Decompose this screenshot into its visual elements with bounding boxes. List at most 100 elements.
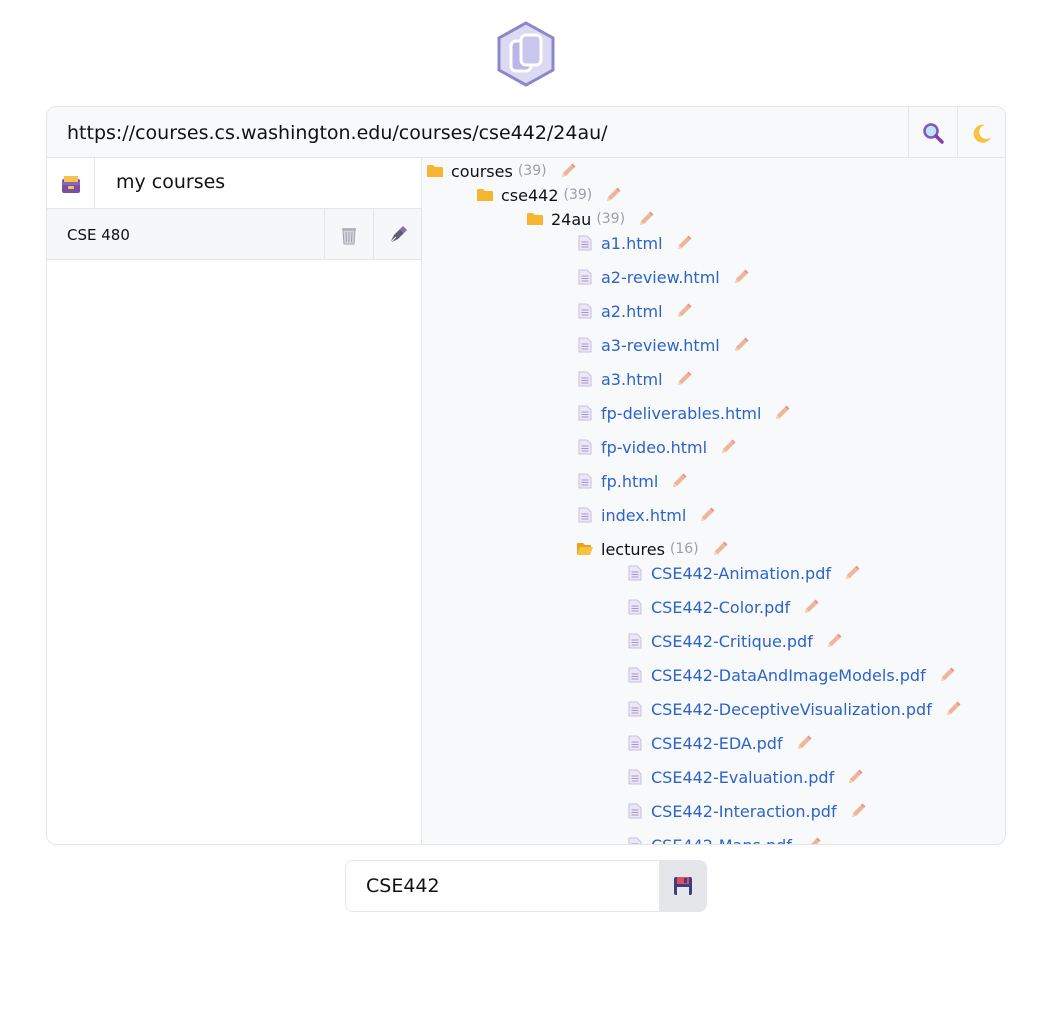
document-icon — [576, 269, 594, 285]
file-item[interactable]: CSE442-DeceptiveVisualization.pdf — [626, 697, 962, 721]
sidebar-header: my courses — [47, 158, 421, 209]
edit-pencil-icon[interactable] — [670, 472, 688, 490]
document-icon — [626, 633, 644, 649]
save-course-form — [345, 860, 707, 912]
app-logo — [497, 21, 555, 87]
edit-pencil-icon[interactable] — [938, 666, 956, 684]
edit-pencil-icon[interactable] — [843, 564, 861, 582]
file-link[interactable]: CSE442-Interaction.pdf — [651, 802, 837, 821]
file-item[interactable]: CSE442-EDA.pdf — [626, 731, 813, 755]
folder-label: cse442 — [501, 185, 559, 205]
edit-pencil-icon[interactable] — [719, 438, 737, 456]
file-link[interactable]: CSE442-Color.pdf — [651, 598, 790, 617]
document-icon — [576, 303, 594, 319]
edit-pencil-icon[interactable] — [675, 302, 693, 320]
file-tree: courses (39) cse442 (39) 24au (39) lectu… — [422, 158, 1005, 844]
card-box-icon-cell — [47, 158, 95, 209]
edit-course-button[interactable] — [373, 209, 422, 260]
document-icon — [576, 235, 594, 251]
file-link[interactable]: CSE442-EDA.pdf — [651, 734, 783, 753]
file-link[interactable]: a2.html — [601, 302, 663, 321]
edit-pencil-icon[interactable] — [944, 700, 962, 718]
edit-pencil-icon[interactable] — [795, 734, 813, 752]
courses-sidebar: my courses CSE 480 — [47, 158, 422, 844]
edit-pencil-icon[interactable] — [604, 186, 622, 204]
edit-pencil-icon[interactable] — [675, 370, 693, 388]
file-link[interactable]: a1.html — [601, 234, 663, 253]
magnifier-icon — [923, 122, 944, 144]
folder-courses[interactable]: courses (39) — [426, 159, 577, 183]
edit-pencil-icon[interactable] — [825, 632, 843, 650]
delete-course-button[interactable] — [324, 209, 373, 260]
file-item[interactable]: a2-review.html — [576, 265, 750, 289]
folder-lectures[interactable]: lectures (16) — [576, 537, 729, 561]
file-item[interactable]: CSE442-Interaction.pdf — [626, 799, 867, 823]
edit-pencil-icon[interactable] — [732, 268, 750, 286]
folder-icon — [476, 187, 494, 203]
file-item[interactable]: index.html — [576, 503, 716, 527]
file-link[interactable]: a3.html — [601, 370, 663, 389]
file-link[interactable]: index.html — [601, 506, 686, 525]
save-button[interactable] — [659, 861, 706, 911]
file-item[interactable]: a2.html — [576, 299, 693, 323]
floppy-disk-icon — [674, 877, 692, 895]
file-link[interactable]: CSE442-Animation.pdf — [651, 564, 831, 583]
file-link[interactable]: CSE442-Maps.pdf — [651, 836, 792, 845]
file-link[interactable]: fp-deliverables.html — [601, 404, 761, 423]
url-bar — [47, 107, 1005, 158]
file-link[interactable]: CSE442-Critique.pdf — [651, 632, 813, 651]
edit-pencil-icon[interactable] — [637, 210, 655, 228]
url-input[interactable] — [47, 107, 908, 158]
file-link[interactable]: a3-review.html — [601, 336, 720, 355]
file-item[interactable]: CSE442-DataAndImageModels.pdf — [626, 663, 956, 687]
edit-pencil-icon[interactable] — [802, 598, 820, 616]
file-link[interactable]: a2-review.html — [601, 268, 720, 287]
folder-count: (39) — [517, 163, 547, 179]
folder-cse442[interactable]: cse442 (39) — [476, 183, 622, 207]
file-link[interactable]: CSE442-DeceptiveVisualization.pdf — [651, 700, 932, 719]
document-icon — [626, 667, 644, 683]
folder-label: courses — [451, 161, 513, 181]
file-item[interactable]: CSE442-Evaluation.pdf — [626, 765, 864, 789]
file-item[interactable]: fp.html — [576, 469, 688, 493]
edit-pencil-icon[interactable] — [804, 836, 822, 844]
theme-toggle-button[interactable] — [957, 107, 1005, 158]
file-item[interactable]: fp-video.html — [576, 435, 737, 459]
file-item[interactable]: CSE442-Maps.pdf — [626, 833, 822, 844]
edit-pencil-icon[interactable] — [846, 768, 864, 786]
document-icon — [626, 735, 644, 751]
edit-pencil-icon[interactable] — [675, 234, 693, 252]
folder-icon — [526, 211, 544, 227]
search-button[interactable] — [908, 107, 957, 158]
folder-count: (16) — [669, 541, 699, 557]
file-link[interactable]: fp.html — [601, 472, 658, 491]
file-item[interactable]: a3-review.html — [576, 333, 750, 357]
course-name-input[interactable] — [346, 861, 659, 911]
folder-icon — [426, 163, 444, 179]
edit-pencil-icon[interactable] — [559, 162, 577, 180]
edit-pencil-icon[interactable] — [849, 802, 867, 820]
document-icon — [576, 507, 594, 523]
edit-pencil-icon[interactable] — [773, 404, 791, 422]
edit-pencil-icon[interactable] — [732, 336, 750, 354]
document-icon — [576, 337, 594, 353]
edit-pencil-icon[interactable] — [698, 506, 716, 524]
edit-pencil-icon[interactable] — [711, 540, 729, 558]
document-icon — [626, 769, 644, 785]
folder-count: (39) — [596, 211, 626, 227]
course-row[interactable]: CSE 480 — [47, 209, 421, 260]
file-item[interactable]: fp-deliverables.html — [576, 401, 791, 425]
file-link[interactable]: CSE442-Evaluation.pdf — [651, 768, 834, 787]
file-item[interactable]: CSE442-Color.pdf — [626, 595, 820, 619]
document-icon — [576, 473, 594, 489]
file-item[interactable]: a1.html — [576, 231, 693, 255]
card-file-box-icon — [61, 175, 80, 193]
folder-24au[interactable]: 24au (39) — [526, 207, 655, 231]
main-panel: my courses CSE 480 — [46, 106, 1006, 845]
file-item[interactable]: a3.html — [576, 367, 693, 391]
file-link[interactable]: CSE442-DataAndImageModels.pdf — [651, 666, 926, 685]
file-link[interactable]: fp-video.html — [601, 438, 707, 457]
file-item[interactable]: CSE442-Animation.pdf — [626, 561, 861, 585]
fountain-pen-icon — [389, 225, 407, 243]
file-item[interactable]: CSE442-Critique.pdf — [626, 629, 843, 653]
